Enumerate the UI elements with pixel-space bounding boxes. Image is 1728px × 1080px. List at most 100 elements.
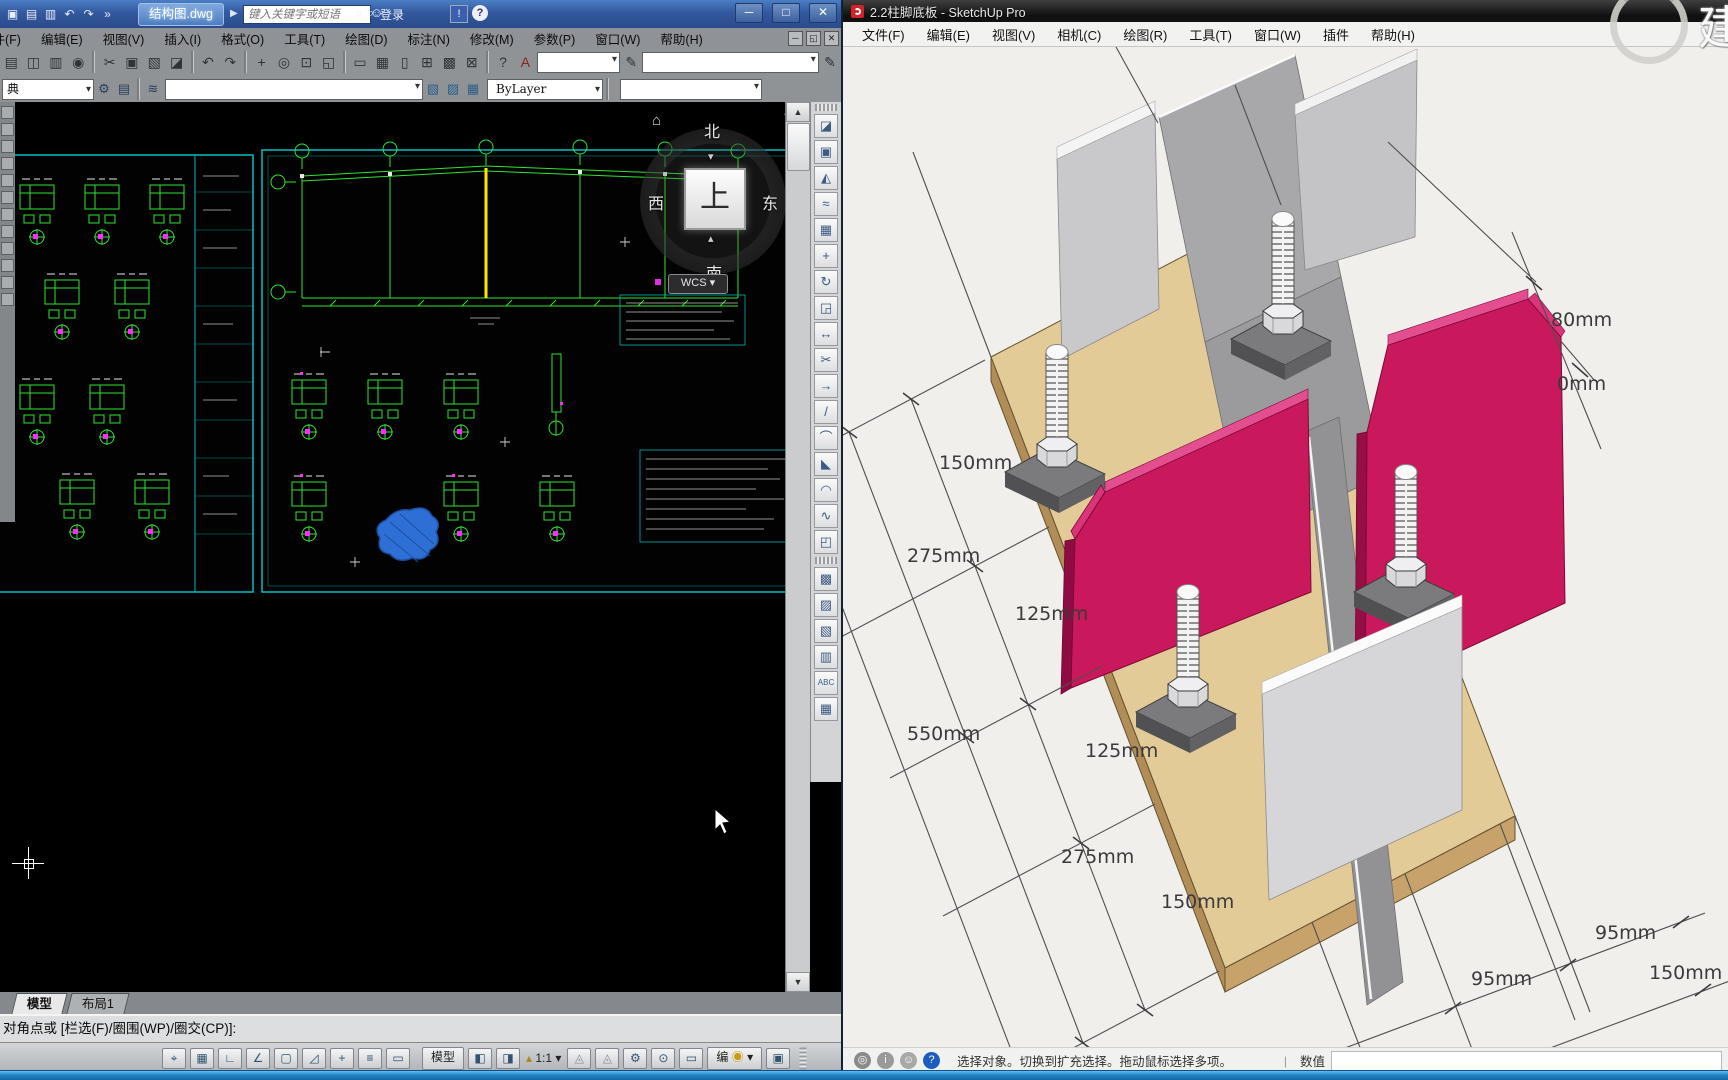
sketchup-menu-工具(T)[interactable]: 工具(T) <box>1178 25 1243 44</box>
modify-tool-icon[interactable]: ↻ <box>814 270 838 294</box>
modify-tool-icon[interactable]: ▣ <box>814 140 838 164</box>
status-toggle-icon[interactable]: ▢ <box>274 1048 298 1069</box>
close-button[interactable]: ✕ <box>809 3 837 23</box>
lock-icon[interactable]: ⊙ <box>651 1048 675 1069</box>
layout-icon[interactable]: ◧ <box>468 1048 492 1069</box>
status-toggle-icon[interactable]: ▭ <box>386 1048 410 1069</box>
modify-tool-icon[interactable]: → <box>814 374 838 398</box>
sketchup-menu-文件(F)[interactable]: 文件(F) <box>851 25 916 44</box>
gear-icon[interactable]: ⚙ <box>623 1048 647 1069</box>
status-icon[interactable]: ☺ <box>900 1052 917 1069</box>
toolbar-icon[interactable]: ⊡ <box>296 51 316 73</box>
layer-dropdown[interactable] <box>165 79 423 100</box>
named-view-dropdown[interactable] <box>642 52 818 73</box>
modify-tool-icon[interactable]: ◠ <box>814 478 838 502</box>
toolbar-icon[interactable]: ◱ <box>318 51 338 73</box>
help-icon[interactable]: ? <box>472 5 488 21</box>
toolbar-icon[interactable]: ▣ <box>122 51 142 73</box>
maximize-button[interactable]: □ <box>772 3 800 23</box>
draworder-tool-icon[interactable]: ABC <box>814 671 838 695</box>
toolbar-icon[interactable]: ▥ <box>46 51 66 73</box>
toolbar-icon[interactable]: ▭ <box>350 51 370 73</box>
toolbar-icon[interactable]: + <box>251 51 271 73</box>
binoculars-icon[interactable]: ⌕ <box>355 5 362 21</box>
acad-menu-插入(I)[interactable]: 插入(I) <box>154 29 211 48</box>
sketchup-menu-视图(V)[interactable]: 视图(V) <box>981 25 1046 44</box>
toolbar-icon[interactable]: ? <box>493 51 513 73</box>
sketchup-menu-窗口(W)[interactable]: 窗口(W) <box>1243 25 1312 44</box>
vertical-scrollbar[interactable]: ▲ ▼ <box>785 102 810 992</box>
doc-icon[interactable]: ▤ <box>114 79 134 99</box>
command-line[interactable]: 对角点或 [栏选(F)/圈围(WP)/圈交(CP)]: <box>0 1014 841 1042</box>
wcs-dropdown[interactable]: WCS ▾ <box>668 274 728 294</box>
tab-布局1[interactable]: 布局1 <box>66 993 129 1014</box>
acad-menu-工具(T)[interactable]: 工具(T) <box>274 29 335 48</box>
docked-toolbar[interactable] <box>0 102 15 522</box>
toolbar-icon[interactable]: ⊞ <box>417 51 437 73</box>
qat-icon[interactable]: » <box>99 5 116 23</box>
toolbar-icon[interactable]: ↷ <box>220 51 240 73</box>
application-status-icon[interactable]: ▣ <box>766 1048 790 1069</box>
layer-state-icon[interactable]: ▧ <box>423 79 443 99</box>
status-toggle-icon[interactable]: ▦ <box>190 1048 214 1069</box>
sketchup-menu-相机(C)[interactable]: 相机(C) <box>1046 25 1112 44</box>
cleanscreen-icon[interactable]: ▭ <box>679 1048 703 1069</box>
status-icon[interactable]: ◎ <box>854 1052 871 1069</box>
layer-state-icon[interactable]: ▨ <box>443 79 463 99</box>
status-toggle-icon[interactable]: + <box>330 1048 354 1069</box>
annotation-visibility-icon[interactable]: ◬ <box>595 1048 619 1069</box>
toolbar-icon[interactable]: ◉ <box>68 51 88 73</box>
annotation-scale[interactable]: ▴ 1:1 ▾ <box>526 1048 561 1069</box>
modify-tool-icon[interactable]: ↔ <box>814 322 838 346</box>
toolbar-icon[interactable]: ▯ <box>395 51 415 73</box>
annotate-icon[interactable]: ✎ <box>820 51 840 73</box>
modify-tool-icon[interactable]: ◪ <box>814 114 838 138</box>
sketchup-menu-插件[interactable]: 插件 <box>1312 25 1360 44</box>
measurements-input[interactable] <box>1331 1051 1722 1071</box>
tab-模型[interactable]: 模型 <box>11 993 67 1014</box>
status-icon[interactable]: ? <box>923 1052 940 1069</box>
sketchup-menu-编辑(E)[interactable]: 编辑(E) <box>916 25 981 44</box>
layout-icon[interactable]: ◨ <box>496 1048 520 1069</box>
modify-tool-icon[interactable]: / <box>814 400 838 424</box>
acad-menu-窗口(W)[interactable]: 窗口(W) <box>585 29 650 48</box>
toolbar-icon[interactable]: ▤ <box>1 51 21 73</box>
status-toggle-icon[interactable]: ⌖ <box>162 1048 186 1069</box>
qat-icon[interactable]: ↷ <box>80 5 97 23</box>
text-style-icon[interactable]: A <box>515 51 535 73</box>
model-space-button[interactable]: 模型 <box>422 1047 464 1070</box>
toolbar-icon[interactable]: ✂ <box>99 51 119 73</box>
qat-icon[interactable]: ▤ <box>23 5 40 23</box>
toolbar-icon[interactable]: ↶ <box>198 51 218 73</box>
toolbar-icon[interactable]: ◎ <box>274 51 294 73</box>
status-toggle-icon[interactable]: ∠ <box>246 1048 270 1069</box>
draworder-tool-icon[interactable]: ▩ <box>814 567 838 591</box>
toolbar-icon[interactable]: ◫ <box>23 51 43 73</box>
toolbar-icon[interactable]: ▧ <box>144 51 164 73</box>
acad-menu-修改(M)[interactable]: 修改(M) <box>460 29 524 48</box>
acad-menu-编辑(E)[interactable]: 编辑(E) <box>31 29 93 48</box>
status-icon[interactable]: i <box>877 1052 894 1069</box>
pencil-icon[interactable]: ✎ <box>621 51 641 73</box>
scroll-thumb[interactable] <box>787 123 810 171</box>
draworder-tool-icon[interactable]: ▥ <box>814 645 838 669</box>
style-dropdown[interactable]: 典 <box>2 79 94 100</box>
doctab-arrow-icon[interactable]: ▶ <box>230 8 238 19</box>
scroll-down-button[interactable]: ▼ <box>786 972 810 992</box>
mdi-restore-button[interactable]: ◱ <box>806 31 821 46</box>
modify-tool-icon[interactable]: ◣ <box>814 452 838 476</box>
modify-tool-icon[interactable]: ✂ <box>814 348 838 372</box>
annotation-visibility-icon[interactable]: ◬ <box>567 1048 591 1069</box>
scroll-up-button[interactable]: ▲ <box>786 102 810 122</box>
mdi-minimize-button[interactable]: ─ <box>788 31 803 46</box>
modify-tool-icon[interactable]: ▦ <box>814 218 838 242</box>
modify-tool-icon[interactable]: ◰ <box>814 530 838 554</box>
acad-menu-视图(V)[interactable]: 视图(V) <box>93 29 155 48</box>
modify-tool-icon[interactable]: ◭ <box>814 166 838 190</box>
modify-tool-icon[interactable]: ≈ <box>814 192 838 216</box>
acad-menu-绘图(D)[interactable]: 绘图(D) <box>335 29 397 48</box>
sketchup-menu-绘图(R)[interactable]: 绘图(R) <box>1112 25 1178 44</box>
autocad-drawing-area[interactable]: ⌂ ↻ 北 南 西 东 ▾ ▴ 上 WCS ▾ ▲ ▼ ◪▣◭≈▦+↻◲↔✂→/… <box>0 102 841 992</box>
alert-icon[interactable]: ! <box>450 5 468 23</box>
status-toggle-icon[interactable]: ≡ <box>358 1048 382 1069</box>
